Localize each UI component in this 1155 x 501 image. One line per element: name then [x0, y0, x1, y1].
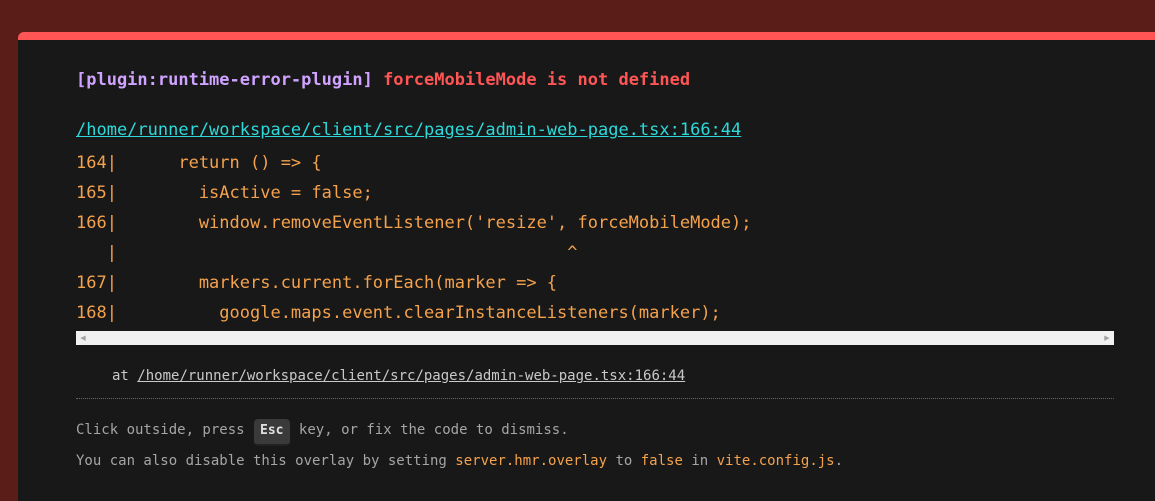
disable-overlay-tip: You can also disable this overlay by set… — [76, 450, 843, 472]
tip-divider — [76, 398, 1114, 399]
scroll-right-arrow-icon[interactable]: ▶ — [1100, 331, 1114, 345]
stack-trace: at /home/runner/workspace/client/src/pag… — [112, 366, 685, 386]
tip-text: Click outside, press — [76, 422, 254, 438]
stack-prefix: at — [112, 368, 138, 384]
scroll-left-arrow-icon[interactable]: ◀ — [76, 331, 90, 345]
code-line: 164| return () => { — [76, 153, 322, 173]
config-file-code: vite.config.js — [716, 453, 835, 469]
error-file-link[interactable]: /home/runner/workspace/client/src/pages/… — [76, 118, 741, 142]
code-line: 165| isActive = false; — [76, 183, 373, 203]
code-line: 168| google.maps.event.clearInstanceList… — [76, 303, 721, 323]
tip-text: key, or fix the code to dismiss. — [290, 422, 569, 438]
error-message: [plugin:runtime-error-plugin] forceMobil… — [76, 68, 690, 92]
code-frame-horizontal-scrollbar[interactable]: ◀ ▶ — [76, 331, 1114, 345]
code-caret-line: | ^ — [76, 243, 578, 263]
tip-text: in — [682, 453, 717, 469]
tip-text: to — [607, 453, 641, 469]
error-message-body: forceMobileMode is not defined — [383, 70, 691, 90]
setting-value-code: false — [640, 453, 683, 469]
plugin-label: [plugin:runtime-error-plugin] — [76, 70, 373, 90]
code-line: 166| window.removeEventListener('resize'… — [76, 213, 752, 233]
error-overlay: [plugin:runtime-error-plugin] forceMobil… — [18, 32, 1155, 501]
code-frame: 164| return () => { 165| isActive = fals… — [76, 148, 1114, 328]
esc-key-badge: Esc — [254, 419, 290, 446]
stack-file-link[interactable]: /home/runner/workspace/client/src/pages/… — [137, 368, 685, 384]
tip-text: . — [834, 453, 844, 469]
tip-text: You can also disable this overlay by set… — [76, 453, 456, 469]
setting-code: server.hmr.overlay — [455, 453, 608, 469]
dismiss-tip: Click outside, press Esc key, or fix the… — [76, 419, 569, 446]
code-line: 167| markers.current.forEach(marker => { — [76, 273, 558, 293]
